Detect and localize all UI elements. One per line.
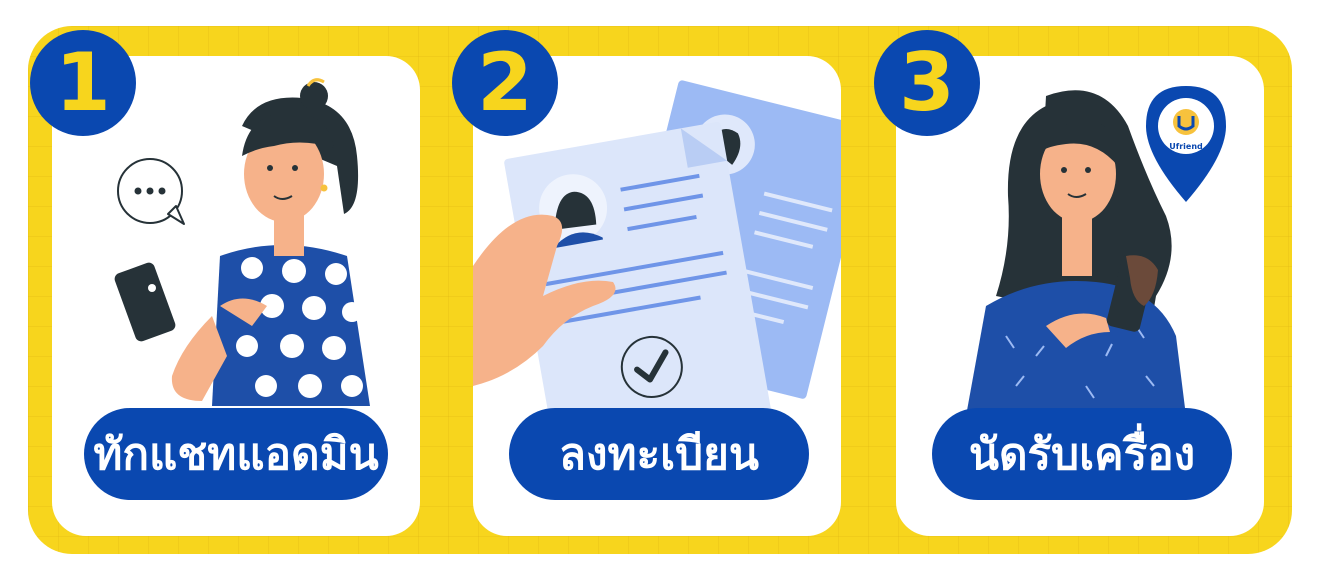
location-pin-icon: Ufriend <box>1146 86 1226 202</box>
step-3-number-badge: 3 <box>874 30 980 136</box>
chat-bubble-icon <box>117 158 185 225</box>
step-1-number-badge: 1 <box>30 30 136 136</box>
step-2-button[interactable]: ลงทะเบียน <box>509 408 809 500</box>
step-2-number-badge: 2 <box>452 30 558 136</box>
step-3-button[interactable]: นัดรับเครื่อง <box>932 408 1232 500</box>
ufriend-logo-text: Ufriend <box>1169 142 1203 151</box>
phone-icon <box>114 262 176 342</box>
step-1-button[interactable]: ทักแชทแอดมิน <box>84 408 388 500</box>
